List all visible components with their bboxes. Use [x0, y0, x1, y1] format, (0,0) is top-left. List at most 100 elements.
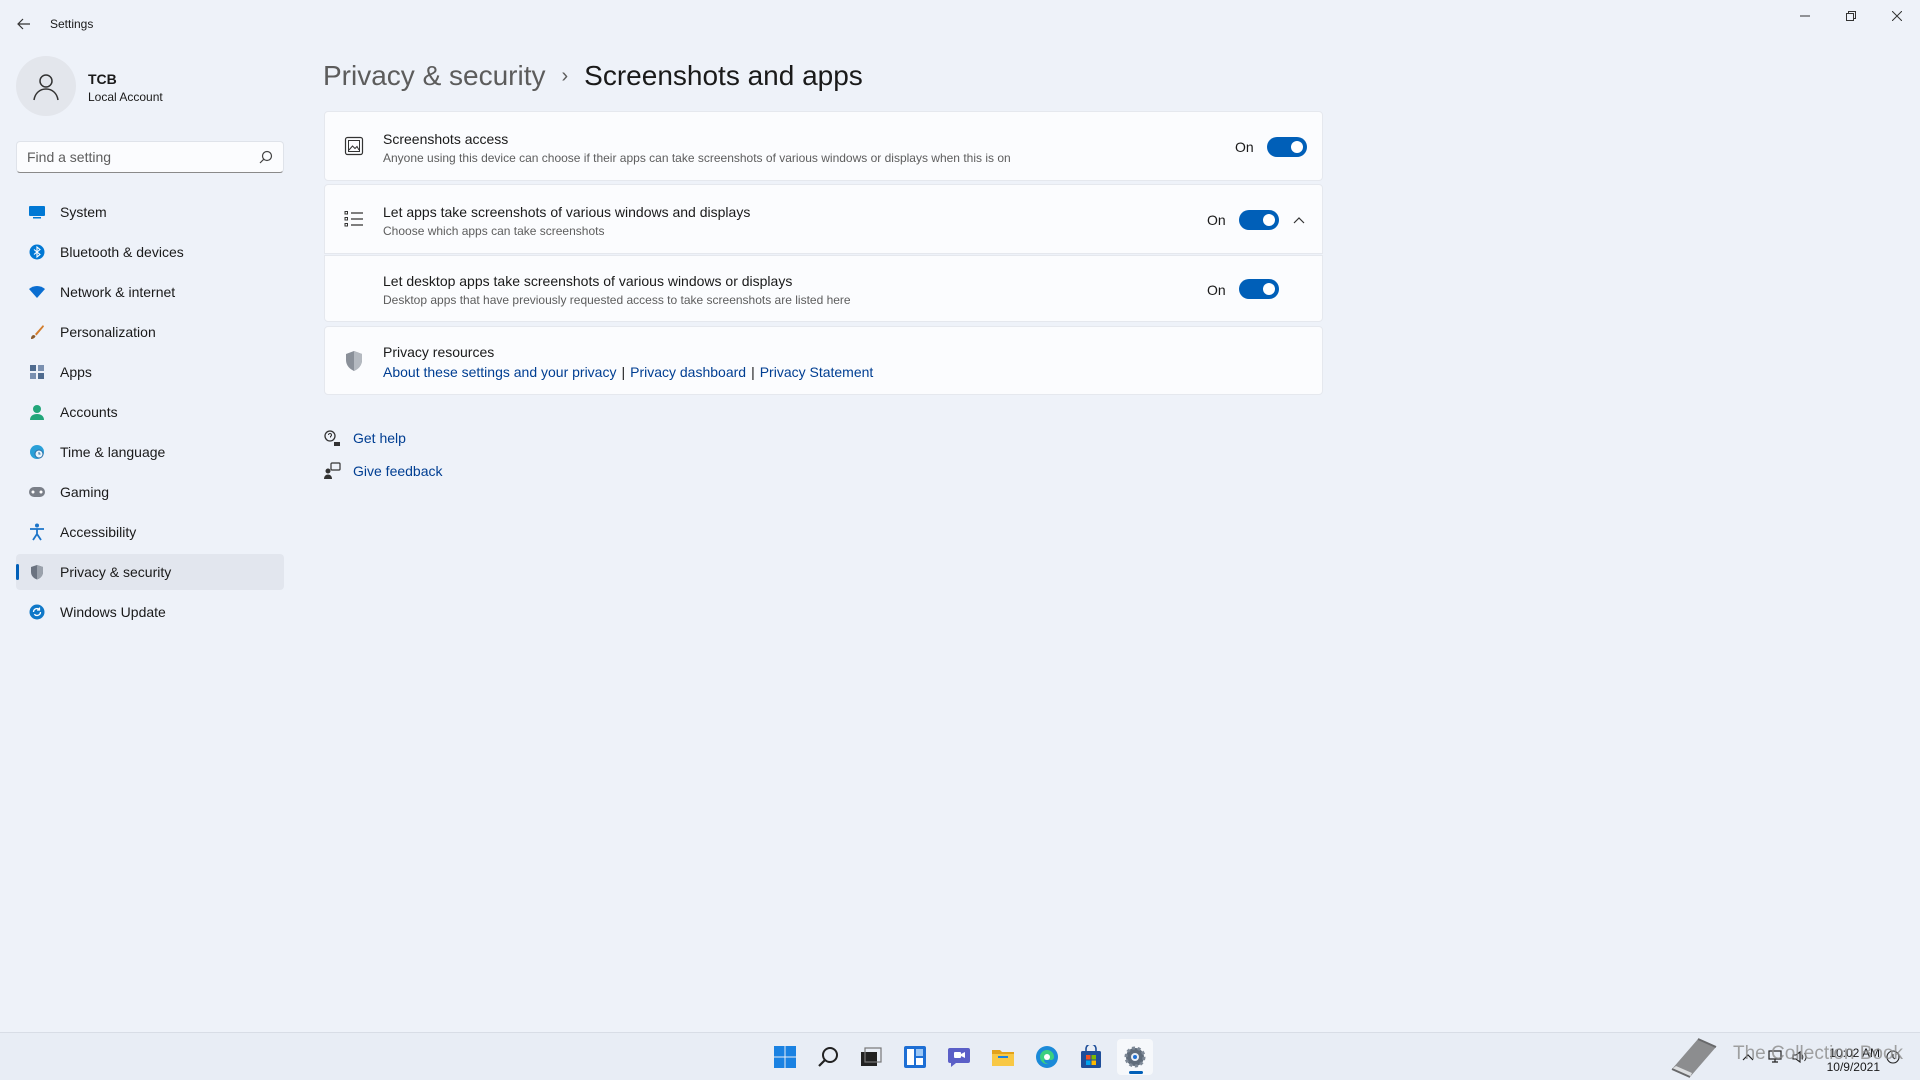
sidebar-item-gaming[interactable]: Gaming [16, 474, 284, 510]
sidebar-item-accessibility[interactable]: Accessibility [16, 514, 284, 550]
get-help-link[interactable]: Get help [353, 430, 406, 446]
about-settings-privacy-link[interactable]: About these settings and your privacy [383, 364, 616, 380]
screenshots-access-toggle[interactable] [1267, 137, 1307, 157]
shield-icon [28, 563, 46, 581]
minimize-button[interactable] [1782, 0, 1828, 32]
edge-icon[interactable] [1029, 1039, 1065, 1075]
sidebar-item-label: System [60, 204, 107, 220]
help-person-icon [323, 429, 341, 447]
watermark-text: The Collection Book [1733, 1043, 1904, 1064]
sidebar-item-time-language[interactable]: Time & language [16, 434, 284, 470]
brush-icon [28, 323, 46, 341]
sidebar-item-apps[interactable]: Apps [16, 354, 284, 390]
sidebar-item-privacy-security[interactable]: Privacy & security [16, 554, 284, 590]
privacy-links: About these settings and your privacy | Pr… [383, 364, 873, 380]
gamepad-icon [28, 483, 46, 501]
sidebar-item-label: Privacy & security [60, 564, 172, 580]
sidebar-nav: System Bluetooth & devices Network & int… [16, 194, 284, 634]
sidebar-item-windows-update[interactable]: Windows Update [16, 594, 284, 630]
sidebar-item-bluetooth[interactable]: Bluetooth & devices [16, 234, 284, 270]
toggle-state-label: On [1207, 282, 1226, 298]
profile-account-type: Local Account [88, 90, 163, 104]
page-title: Screenshots and apps [584, 60, 863, 91]
setting-description: Anyone using this device can choose if t… [383, 151, 1011, 165]
link-separator: | [751, 364, 755, 380]
breadcrumb-separator: › [561, 64, 569, 87]
file-explorer-icon[interactable] [985, 1039, 1021, 1075]
picture-frame-icon [343, 135, 365, 157]
back-button[interactable] [12, 12, 36, 36]
setting-title: Let desktop apps take screenshots of var… [383, 273, 793, 289]
title-bar: Settings [0, 0, 1920, 48]
search-input[interactable] [17, 142, 247, 172]
toggle-knob [1291, 141, 1303, 153]
sidebar-item-network[interactable]: Network & internet [16, 274, 284, 310]
windows-start-icon[interactable] [767, 1039, 803, 1075]
search-icon[interactable] [810, 1039, 846, 1075]
sidebar-item-personalization[interactable]: Personalization [16, 314, 284, 350]
user-avatar-icon [33, 74, 59, 101]
close-button[interactable] [1874, 0, 1920, 32]
sidebar-item-accounts[interactable]: Accounts [16, 394, 284, 430]
let-apps-card[interactable]: Let apps take screenshots of various win… [324, 184, 1323, 254]
toggle-state-label: On [1207, 212, 1226, 228]
wifi-icon [28, 283, 46, 301]
sidebar-item-label: Accounts [60, 404, 118, 420]
store-icon[interactable] [1073, 1039, 1109, 1075]
sidebar-item-label: Bluetooth & devices [60, 244, 184, 260]
shield-icon [343, 350, 365, 372]
setting-title: Let apps take screenshots of various win… [383, 204, 751, 220]
taskbar: 10:02 AM 10/9/2021 [0, 1032, 1920, 1080]
toggle-state-label: On [1235, 139, 1254, 155]
sidebar-item-label: Apps [60, 364, 92, 380]
screenshots-access-card: Screenshots access Anyone using this dev… [324, 111, 1323, 181]
get-help-row[interactable]: Get help [323, 427, 406, 449]
book-watermark-icon [1668, 1033, 1720, 1079]
toggle-knob [1263, 214, 1275, 226]
profile-name: TCB [88, 71, 117, 87]
chat-icon[interactable] [941, 1039, 977, 1075]
user-profile[interactable]: TCB Local Account [16, 56, 280, 120]
avatar [16, 56, 76, 116]
desktop-apps-toggle[interactable] [1239, 279, 1279, 299]
give-feedback-row[interactable]: Give feedback [323, 460, 443, 482]
privacy-statement-link[interactable]: Privacy Statement [760, 364, 874, 380]
restore-button[interactable] [1828, 0, 1874, 32]
feedback-icon [323, 462, 341, 480]
accessibility-icon [28, 523, 46, 541]
setting-description: Desktop apps that have previously reques… [383, 293, 851, 307]
task-view-icon[interactable] [853, 1039, 889, 1075]
app-title: Settings [50, 17, 94, 31]
sidebar-item-label: Personalization [60, 324, 156, 340]
widgets-icon[interactable] [897, 1039, 933, 1075]
setting-description: Choose which apps can take screenshots [383, 224, 605, 238]
privacy-dashboard-link[interactable]: Privacy dashboard [630, 364, 746, 380]
sidebar-item-label: Accessibility [60, 524, 137, 540]
sidebar-item-label: Gaming [60, 484, 110, 500]
give-feedback-link[interactable]: Give feedback [353, 463, 443, 479]
let-apps-toggle[interactable] [1239, 210, 1279, 230]
search-icon[interactable] [259, 150, 273, 164]
sidebar-item-label: Network & internet [60, 284, 176, 300]
breadcrumb: Privacy & security › Screenshots and app… [323, 56, 863, 96]
list-icon [343, 208, 365, 230]
minimize-icon [1800, 15, 1810, 17]
close-icon [1892, 11, 1902, 21]
privacy-resources-card: Privacy resources About these settings a… [324, 326, 1323, 395]
sidebar-item-label: Time & language [60, 444, 166, 460]
toggle-knob [1263, 283, 1275, 295]
monitor-icon [28, 203, 46, 221]
chevron-up-icon[interactable] [1289, 210, 1309, 230]
globe-clock-icon [28, 443, 46, 461]
person-icon [28, 403, 46, 421]
restore-icon [1846, 11, 1856, 21]
arrow-left-icon [17, 18, 30, 30]
apps-icon [28, 363, 46, 381]
desktop-apps-card: Let desktop apps take screenshots of var… [324, 255, 1323, 322]
bluetooth-icon [28, 243, 46, 261]
settings-gear-icon[interactable] [1117, 1039, 1153, 1075]
sidebar-item-label: Windows Update [60, 604, 166, 620]
sidebar-item-system[interactable]: System [16, 194, 284, 230]
privacy-resources-title: Privacy resources [383, 344, 495, 360]
breadcrumb-parent[interactable]: Privacy & security [323, 60, 546, 92]
